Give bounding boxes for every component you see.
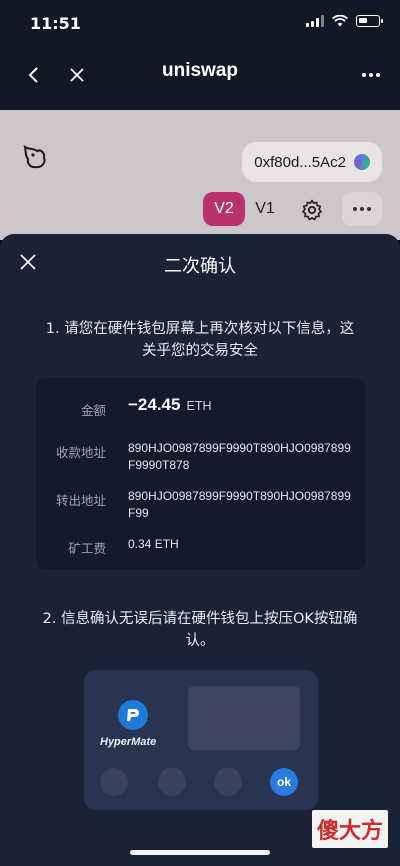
device-screen [188,686,300,750]
recipient-value: 890HJO0987899F9990T890HJO0987899F9990T87… [128,441,351,472]
amount-label: 金额 [80,403,106,418]
device-button [214,768,242,796]
wallet-address: 0xf80d...5Ac2 [254,153,346,171]
battery-icon [356,15,383,27]
close-icon[interactable] [62,60,92,90]
recipient-row: 收款地址 890HJO0987899F9990T890HJO0987899F99… [36,440,366,474]
web-content: 0xf80d...5Ac2 V2 V1 [0,110,400,240]
status-bar: 11:51 [0,0,400,44]
version-v2-tab[interactable]: V2 [203,192,245,226]
sheet-close-icon[interactable] [14,248,42,276]
page-title: uniswap [161,60,238,81]
device-button [158,768,186,796]
sender-row: 转出地址 890HJO0987899F9990T890HJO0987899F99 [36,488,366,522]
watermark: 傻大方 [312,810,388,848]
sheet-title: 二次确认 [164,256,236,277]
uniswap-logo-icon [23,144,46,169]
home-indicator [130,850,270,855]
fee-value: 0.34 ETH [128,537,179,551]
sender-value: 890HJO0987899F9990T890HJO0987899F99 [128,489,351,520]
transaction-info-card: 金额 −24.45 ETH 收款地址 890HJO0987899F9990T890… [36,378,366,570]
hypermate-logo-icon [118,700,148,730]
chevron-left-icon[interactable] [18,60,48,90]
amount-value: −24.45 [128,395,181,414]
amount-value-wrap: −24.45 ETH [128,396,353,419]
wallet-avatar [354,154,370,170]
signal-icon [306,15,324,27]
recipient-label: 收款地址 [55,445,106,460]
fee-label: 矿工费 [68,541,106,556]
confirm-sheet: 二次确认 1. 请您在硬件钱包屏幕上再次核对以下信息，这关乎您的交易安全 金额 … [0,234,400,866]
fee-row: 矿工费 0.34 ETH [36,536,366,557]
device-button [100,768,128,796]
amount-row: 金额 −24.45 ETH [36,396,366,419]
status-time: 11:51 [30,14,81,33]
step1-text: 1. 请您在硬件钱包屏幕上再次核对以下信息，这关乎您的交易安全 [45,321,355,359]
step2-text: 2. 信息确认无误后请在硬件钱包上按压OK按钮确认。 [42,611,358,649]
gear-icon[interactable] [296,194,328,226]
status-icons [306,15,383,27]
device-ok-button: ok [270,768,298,796]
hypermate-brand: HyperMate [100,736,157,748]
wallet-address-button[interactable]: 0xf80d...5Ac2 [242,142,382,182]
wifi-icon [332,15,348,27]
more-menu-button[interactable] [342,192,382,226]
version-v1-tab[interactable]: V1 [248,192,282,226]
amount-unit: ETH [186,399,212,413]
nav-bar: uniswap [0,44,400,110]
hardware-wallet-illustration: HyperMate ok [84,670,318,810]
sender-label: 转出地址 [55,493,106,508]
more-icon[interactable] [356,60,386,90]
